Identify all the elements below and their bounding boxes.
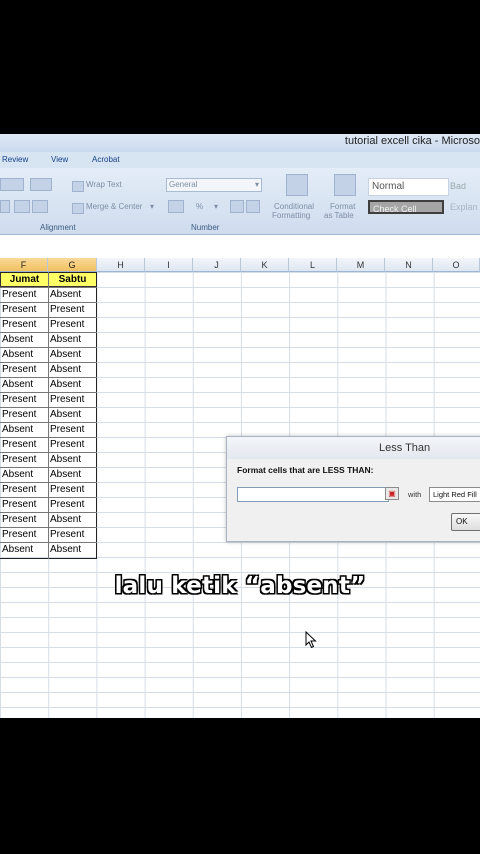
merge-center-button[interactable]: Merge & Center: [86, 202, 142, 211]
column-header-l[interactable]: L: [289, 258, 337, 272]
table-row-line: [0, 347, 97, 348]
table-row-line: [0, 542, 97, 543]
format-select[interactable]: Light Red Fill: [429, 487, 480, 502]
chevron-down-icon: ▾: [254, 180, 259, 189]
table-row-line: [0, 392, 97, 393]
column-header-m[interactable]: M: [337, 258, 385, 272]
column-header-g[interactable]: G: [48, 258, 97, 272]
column-header-i[interactable]: I: [145, 258, 193, 272]
table-row-line: [0, 407, 97, 408]
range-select-icon[interactable]: ▣: [385, 487, 399, 500]
increase-indent-icon[interactable]: [32, 200, 48, 213]
currency-icon[interactable]: [168, 200, 184, 213]
dialog-title-bar: Less Than: [227, 437, 480, 459]
dialog-title: Less Than: [379, 442, 431, 454]
dialog-prompt: Format cells that are LESS THAN:: [237, 465, 374, 475]
mouse-cursor-icon: [305, 631, 317, 649]
table-row-line: [0, 287, 97, 288]
style-explanatory[interactable]: Explan: [446, 200, 480, 214]
format-as-table-icon[interactable]: [334, 174, 356, 196]
align-right-icon[interactable]: [0, 200, 10, 213]
table-row-line: [0, 377, 97, 378]
tab-review[interactable]: Review: [2, 155, 28, 164]
column-header-k[interactable]: K: [241, 258, 289, 272]
excel-window: tutorial excell cika - Microso Review Vi…: [0, 134, 480, 718]
conditional-formatting-label-2[interactable]: Formatting: [272, 211, 310, 220]
conditional-formatting-icon[interactable]: [286, 174, 308, 196]
table-row-line: [0, 512, 97, 513]
table-divider: [48, 272, 49, 559]
table-row-line: [0, 467, 97, 468]
style-check-cell[interactable]: Check Cell: [368, 200, 444, 214]
percent-button[interactable]: %: [196, 202, 203, 211]
table-row-line: [0, 362, 97, 363]
table-row-line: [0, 317, 97, 318]
less-than-dialog: Less Than Format cells that are LESS THA…: [226, 436, 480, 542]
wrap-text-icon: [72, 181, 84, 192]
table-row-line: [0, 497, 97, 498]
orientation-icon[interactable]: [30, 178, 52, 191]
increase-decimal-icon[interactable]: [230, 200, 244, 213]
conditional-formatting-label[interactable]: Conditional: [274, 202, 314, 211]
number-format-value: General: [169, 180, 198, 189]
group-number-label: Number: [191, 223, 220, 232]
decrease-decimal-icon[interactable]: [246, 200, 260, 213]
ok-button[interactable]: OK: [451, 513, 480, 531]
style-normal[interactable]: Normal: [368, 178, 449, 196]
window-title: tutorial excell cika - Microso: [344, 135, 480, 147]
table-row-line: [0, 302, 97, 303]
number-format-select[interactable]: General ▾: [166, 178, 262, 192]
column-header-j[interactable]: J: [193, 258, 241, 272]
merge-icon: [72, 203, 84, 214]
format-as-table-label-2[interactable]: as Table: [324, 211, 354, 220]
wrap-text-button[interactable]: Wrap Text: [86, 180, 122, 189]
title-bar: tutorial excell cika - Microso: [0, 134, 480, 152]
table-row-line: [0, 422, 97, 423]
align-top-icon[interactable]: [0, 178, 24, 191]
video-caption: lalu ketik “absent”: [114, 573, 366, 599]
tab-view[interactable]: View: [51, 155, 68, 164]
tab-acrobat[interactable]: Acrobat: [92, 155, 120, 164]
format-as-table-label[interactable]: Format: [330, 202, 355, 211]
with-label: with: [408, 490, 422, 499]
chevron-down-icon[interactable]: ▾: [150, 202, 154, 211]
table-row-line: [0, 332, 97, 333]
ribbon: Wrap Text Merge & Center ▾ General ▾ % ▾…: [0, 168, 480, 235]
table-row-line: [0, 452, 97, 453]
ribbon-tabs: Review View Acrobat: [0, 152, 480, 168]
column-header-n[interactable]: N: [385, 258, 433, 272]
column-header-h[interactable]: H: [97, 258, 145, 272]
style-bad[interactable]: Bad: [446, 178, 480, 194]
chevron-down-icon[interactable]: ▾: [214, 202, 218, 211]
group-alignment-label: Alignment: [40, 223, 76, 232]
column-header-f[interactable]: F: [0, 258, 48, 272]
table-row-line: [0, 482, 97, 483]
decrease-indent-icon[interactable]: [14, 200, 30, 213]
table-row-line: [0, 437, 97, 438]
column-header-o[interactable]: O: [433, 258, 480, 272]
table-row-line: [0, 527, 97, 528]
value-input[interactable]: [237, 487, 389, 502]
